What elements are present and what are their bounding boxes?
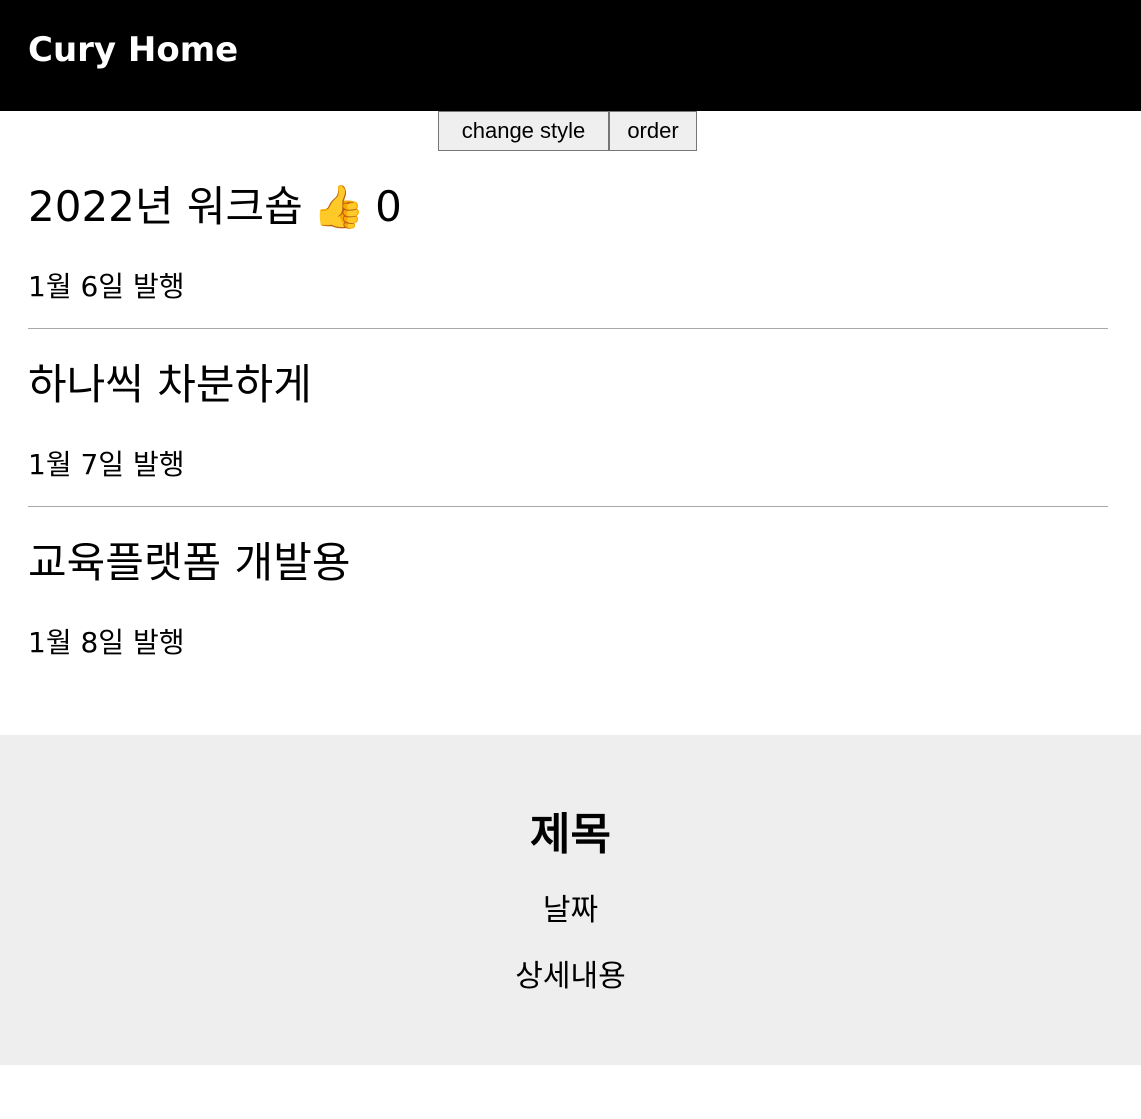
list-item: 하나씩 차분하게 1월 7일 발행: [28, 329, 1108, 507]
detail-modal: 제목 날짜 상세내용: [0, 735, 1141, 1065]
post-date: 1월 6일 발행: [28, 270, 185, 303]
nav-title: Cury Home: [28, 30, 239, 70]
post-date: 1월 8일 발행: [28, 626, 185, 659]
post-title[interactable]: 2022년 워크숍 👍 0: [28, 177, 402, 237]
order-button[interactable]: order: [609, 111, 697, 151]
like-count: 0: [375, 182, 402, 231]
list-item: 2022년 워크숍 👍 0 1월 6일 발행: [28, 151, 1108, 329]
thumbs-up-icon[interactable]: 👍: [313, 177, 365, 237]
post-title[interactable]: 하나씩 차분하게: [28, 355, 312, 415]
list-item: 교육플랫폼 개발용 1월 8일 발행: [28, 507, 1108, 685]
post-list: 2022년 워크숍 👍 0 1월 6일 발행 하나씩 차분하게 1월 7일 발행 교…: [28, 151, 1108, 685]
modal-date: 날짜: [542, 893, 599, 928]
modal-title: 제목: [530, 809, 611, 860]
post-title-text: 2022년 워크숍: [28, 182, 303, 231]
post-date: 1월 7일 발행: [28, 448, 185, 481]
change-style-button[interactable]: change style: [438, 111, 609, 151]
top-nav: Cury Home: [0, 0, 1141, 111]
modal-content: 상세내용: [515, 959, 626, 994]
toolbar: change style order: [0, 111, 1141, 151]
post-title[interactable]: 교육플랫폼 개발용: [28, 533, 350, 593]
